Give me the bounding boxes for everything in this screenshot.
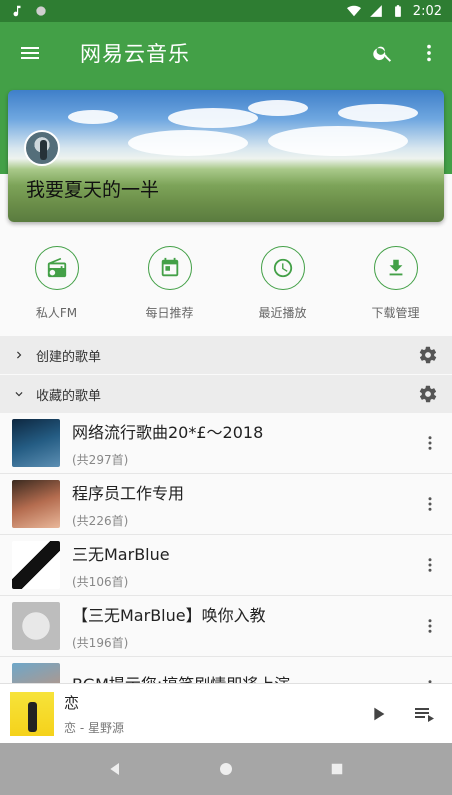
playlist-name: 程序员工作专用 (72, 483, 185, 503)
back-button[interactable] (100, 754, 130, 784)
home-circle-icon (218, 761, 234, 777)
user-name: 我要夏天的一半 (26, 179, 160, 201)
quick-action-fm[interactable]: 私人FM (0, 236, 113, 334)
playlist-row[interactable]: 网络流行歌曲20*£～2018 (共297首) (0, 413, 452, 474)
wifi-icon (346, 4, 361, 18)
quick-action-download[interactable]: 下载管理 (339, 236, 452, 334)
status-bar: 2:02 (0, 0, 452, 22)
quick-action-daily[interactable]: 每日推荐 (113, 236, 226, 334)
more-vert-icon (418, 42, 440, 64)
queue-button[interactable] (406, 696, 442, 732)
quick-action-label: 下载管理 (371, 306, 420, 320)
queue-music-icon (412, 702, 436, 726)
quick-action-label: 最近播放 (258, 306, 307, 320)
system-nav-bar (0, 743, 452, 795)
play-button[interactable] (360, 696, 396, 732)
hamburger-menu-icon (18, 41, 42, 65)
playlist-row[interactable]: 程序员工作专用 (共226首) (0, 474, 452, 535)
mini-player[interactable]: 恋 恋 - 星野源 (0, 683, 452, 743)
playlist-cover (12, 541, 60, 589)
playlist-cover (12, 480, 60, 528)
overflow-menu-button[interactable] (406, 22, 452, 84)
playlist-cover (12, 602, 60, 650)
gear-icon[interactable] (416, 382, 440, 406)
more-vert-icon[interactable] (420, 431, 440, 455)
playlist-count: (共297首) (72, 452, 129, 467)
profile-banner[interactable]: 我要夏天的一半 (8, 90, 444, 222)
clock-icon (260, 246, 305, 290)
song-artist: 恋 - 星野源 (64, 720, 124, 735)
play-icon (367, 703, 389, 725)
battery-icon (391, 4, 405, 18)
playlist-count: (共226首) (72, 513, 129, 528)
album-cover (10, 691, 54, 736)
section-title: 收藏的歌单 (36, 388, 102, 404)
user-avatar[interactable] (24, 130, 60, 166)
chevron-right-icon (12, 348, 26, 362)
quick-action-label: 私人FM (35, 306, 78, 320)
gear-icon[interactable] (416, 343, 440, 367)
recents-button[interactable] (322, 754, 352, 784)
search-button[interactable] (360, 22, 406, 84)
playlist-row[interactable]: 三无MarBlue (共106首) (0, 535, 452, 596)
more-vert-icon[interactable] (420, 675, 440, 683)
playlist-name: BGM提示您:搞笑剧情即将上演 (72, 671, 290, 683)
playlist-name: 三无MarBlue (72, 544, 170, 564)
section-created-playlists[interactable]: 创建的歌单 (0, 336, 452, 374)
playlist-name: 网络流行歌曲20*£～2018 (72, 422, 264, 442)
signal-icon (369, 4, 383, 18)
section-title: 创建的歌单 (36, 349, 102, 365)
more-vert-icon[interactable] (420, 553, 440, 577)
quick-action-label: 每日推荐 (145, 306, 194, 320)
app-title: 网易云音乐 (80, 42, 190, 66)
chevron-down-icon (12, 387, 26, 401)
playlist-row[interactable]: BGM提示您:搞笑剧情即将上演 (0, 657, 452, 683)
download-icon (373, 246, 418, 290)
quick-actions: 私人FM 每日推荐 最近播放 下载管理 (0, 236, 452, 334)
playlist-list: 网络流行歌曲20*£～2018 (共297首) 程序员工作专用 (共226首) … (0, 413, 452, 683)
playlist-count: (共106首) (72, 574, 129, 589)
playlist-name: 【三无MarBlue】唤你入教 (72, 605, 266, 625)
playlist-cover (12, 663, 60, 683)
back-triangle-icon (107, 761, 123, 777)
radio-icon (34, 246, 79, 290)
more-vert-icon[interactable] (420, 614, 440, 638)
quick-action-recent[interactable]: 最近播放 (226, 236, 339, 334)
recents-square-icon (330, 762, 344, 776)
section-collected-playlists[interactable]: 收藏的歌单 (0, 375, 452, 413)
playlist-count: (共196首) (72, 635, 129, 650)
menu-button[interactable] (0, 22, 60, 84)
playlist-row[interactable]: 【三无MarBlue】唤你入教 (共196首) (0, 596, 452, 657)
playlist-cover (12, 419, 60, 467)
search-icon (372, 42, 394, 64)
home-button[interactable] (211, 754, 241, 784)
status-time: 2:02 (412, 3, 442, 19)
music-note-icon (10, 4, 24, 18)
song-title: 恋 (64, 693, 80, 712)
calendar-icon (147, 246, 192, 290)
more-vert-icon[interactable] (420, 492, 440, 516)
status-dot-icon (34, 4, 48, 18)
app-bar: 网易云音乐 (0, 22, 452, 84)
